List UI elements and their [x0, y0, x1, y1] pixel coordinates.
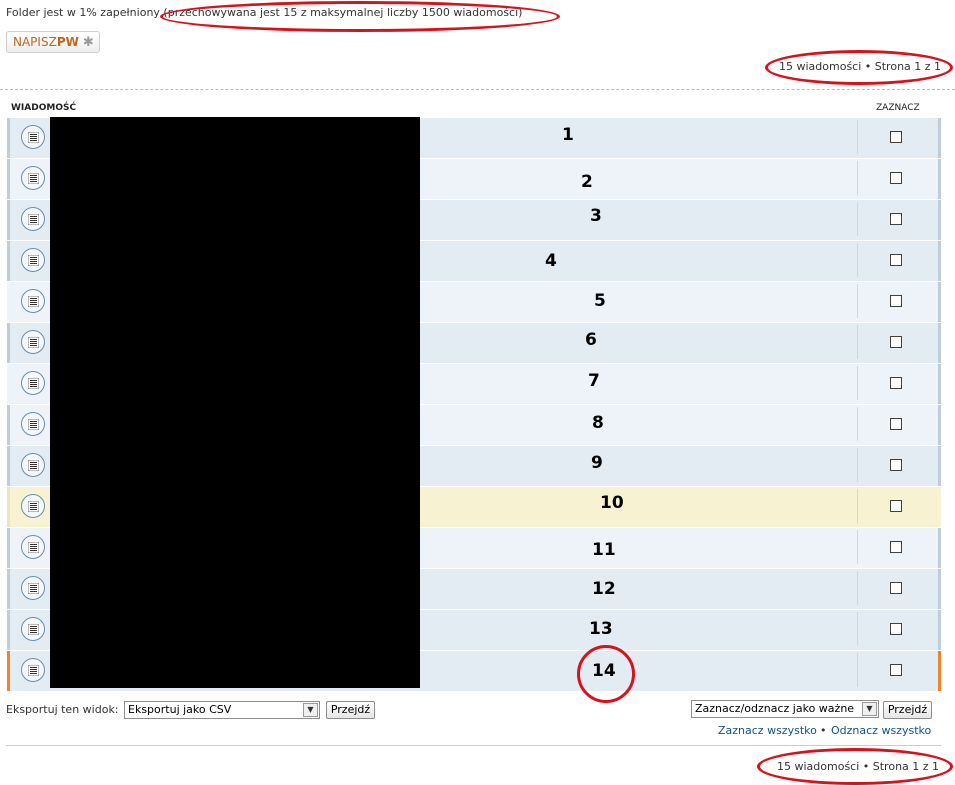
row-number-label: 8 [592, 413, 604, 433]
message-read-icon [21, 412, 45, 436]
row-number-label: 3 [590, 206, 602, 226]
message-read-icon [21, 125, 45, 149]
message-read-icon [21, 371, 45, 395]
annotation-oval-folder-info [160, 1, 560, 32]
message-read-icon [21, 617, 45, 641]
message-read-icon [21, 453, 45, 477]
compose-label: NAPISZ [13, 35, 57, 49]
column-separator [857, 366, 858, 400]
message-read-icon [21, 330, 45, 354]
message-read-icon [21, 248, 45, 272]
column-separator [857, 612, 858, 646]
message-read-icon [21, 658, 45, 682]
star-icon: ✱ [82, 34, 94, 50]
message-read-icon [21, 207, 45, 231]
column-separator [857, 120, 858, 154]
compose-pm-button[interactable]: NAPISZ PW ✱ [6, 31, 100, 53]
row-number-label: 7 [588, 371, 600, 391]
column-separator [857, 489, 858, 523]
deselect-all-link[interactable]: Odznacz wszystko [831, 724, 931, 737]
row-number-label: 4 [545, 251, 557, 271]
select-all-link[interactable]: Zaznacz wszystko [718, 724, 817, 737]
message-select-checkbox[interactable] [890, 131, 902, 143]
row-number-label: 12 [592, 579, 616, 599]
message-select-checkbox[interactable] [890, 295, 902, 307]
message-select-checkbox[interactable] [890, 623, 902, 635]
chevron-down-icon: ▼ [303, 703, 318, 717]
column-separator [857, 530, 858, 564]
export-format-select[interactable]: Eksportuj jako CSV ▼ [124, 701, 320, 719]
annotation-oval-pagination-bottom [757, 748, 953, 785]
message-read-icon [21, 494, 45, 518]
message-select-checkbox[interactable] [890, 459, 902, 471]
message-select-checkbox[interactable] [890, 582, 902, 594]
export-format-value: Eksportuj jako CSV [128, 703, 232, 716]
column-separator [857, 161, 858, 195]
divider [0, 89, 955, 90]
mark-important-value: Zaznacz/odznacz jako ważne [695, 702, 855, 715]
column-separator [857, 202, 858, 236]
message-select-checkbox[interactable] [890, 172, 902, 184]
message-select-checkbox[interactable] [890, 254, 902, 266]
column-header-select: ZAZNACZ [876, 103, 920, 113]
row-number-label: 1 [562, 125, 574, 145]
message-select-checkbox[interactable] [890, 500, 902, 512]
annotation-circle-row-14 [577, 645, 635, 703]
chevron-down-icon: ▼ [862, 702, 877, 716]
bottom-divider [6, 745, 941, 746]
message-select-checkbox[interactable] [890, 664, 902, 676]
column-separator [857, 243, 858, 277]
redacted-subjects [50, 117, 420, 688]
message-read-icon [21, 166, 45, 190]
message-read-icon [21, 535, 45, 559]
export-go-button[interactable]: Przejdź [326, 701, 375, 719]
row-number-label: 9 [591, 453, 603, 473]
message-select-checkbox[interactable] [890, 418, 902, 430]
export-label: Eksportuj ten widok: [6, 703, 119, 716]
row-number-label: 13 [589, 619, 613, 639]
message-select-checkbox[interactable] [890, 541, 902, 553]
row-number-label: 10 [600, 493, 624, 513]
row-number-label: 2 [581, 172, 593, 192]
column-separator [857, 325, 858, 359]
annotation-oval-pagination-top [765, 50, 953, 85]
column-separator [857, 284, 858, 318]
message-read-icon [21, 576, 45, 600]
mark-go-button[interactable]: Przejdź [883, 701, 932, 719]
column-header-message: WIADOMOŚĆ [11, 103, 77, 113]
message-select-checkbox[interactable] [890, 377, 902, 389]
message-read-icon [21, 289, 45, 313]
message-select-checkbox[interactable] [890, 213, 902, 225]
column-separator [857, 653, 858, 687]
compose-label-pw: PW [56, 35, 79, 49]
row-number-label: 5 [594, 291, 606, 311]
row-number-label: 11 [592, 540, 616, 560]
row-number-label: 6 [585, 330, 597, 350]
links-separator: • [820, 724, 827, 737]
column-separator [857, 571, 858, 605]
column-separator [857, 448, 858, 482]
mark-important-select[interactable]: Zaznacz/odznacz jako ważne ▼ [691, 700, 879, 718]
message-select-checkbox[interactable] [890, 336, 902, 348]
column-separator [857, 407, 858, 441]
